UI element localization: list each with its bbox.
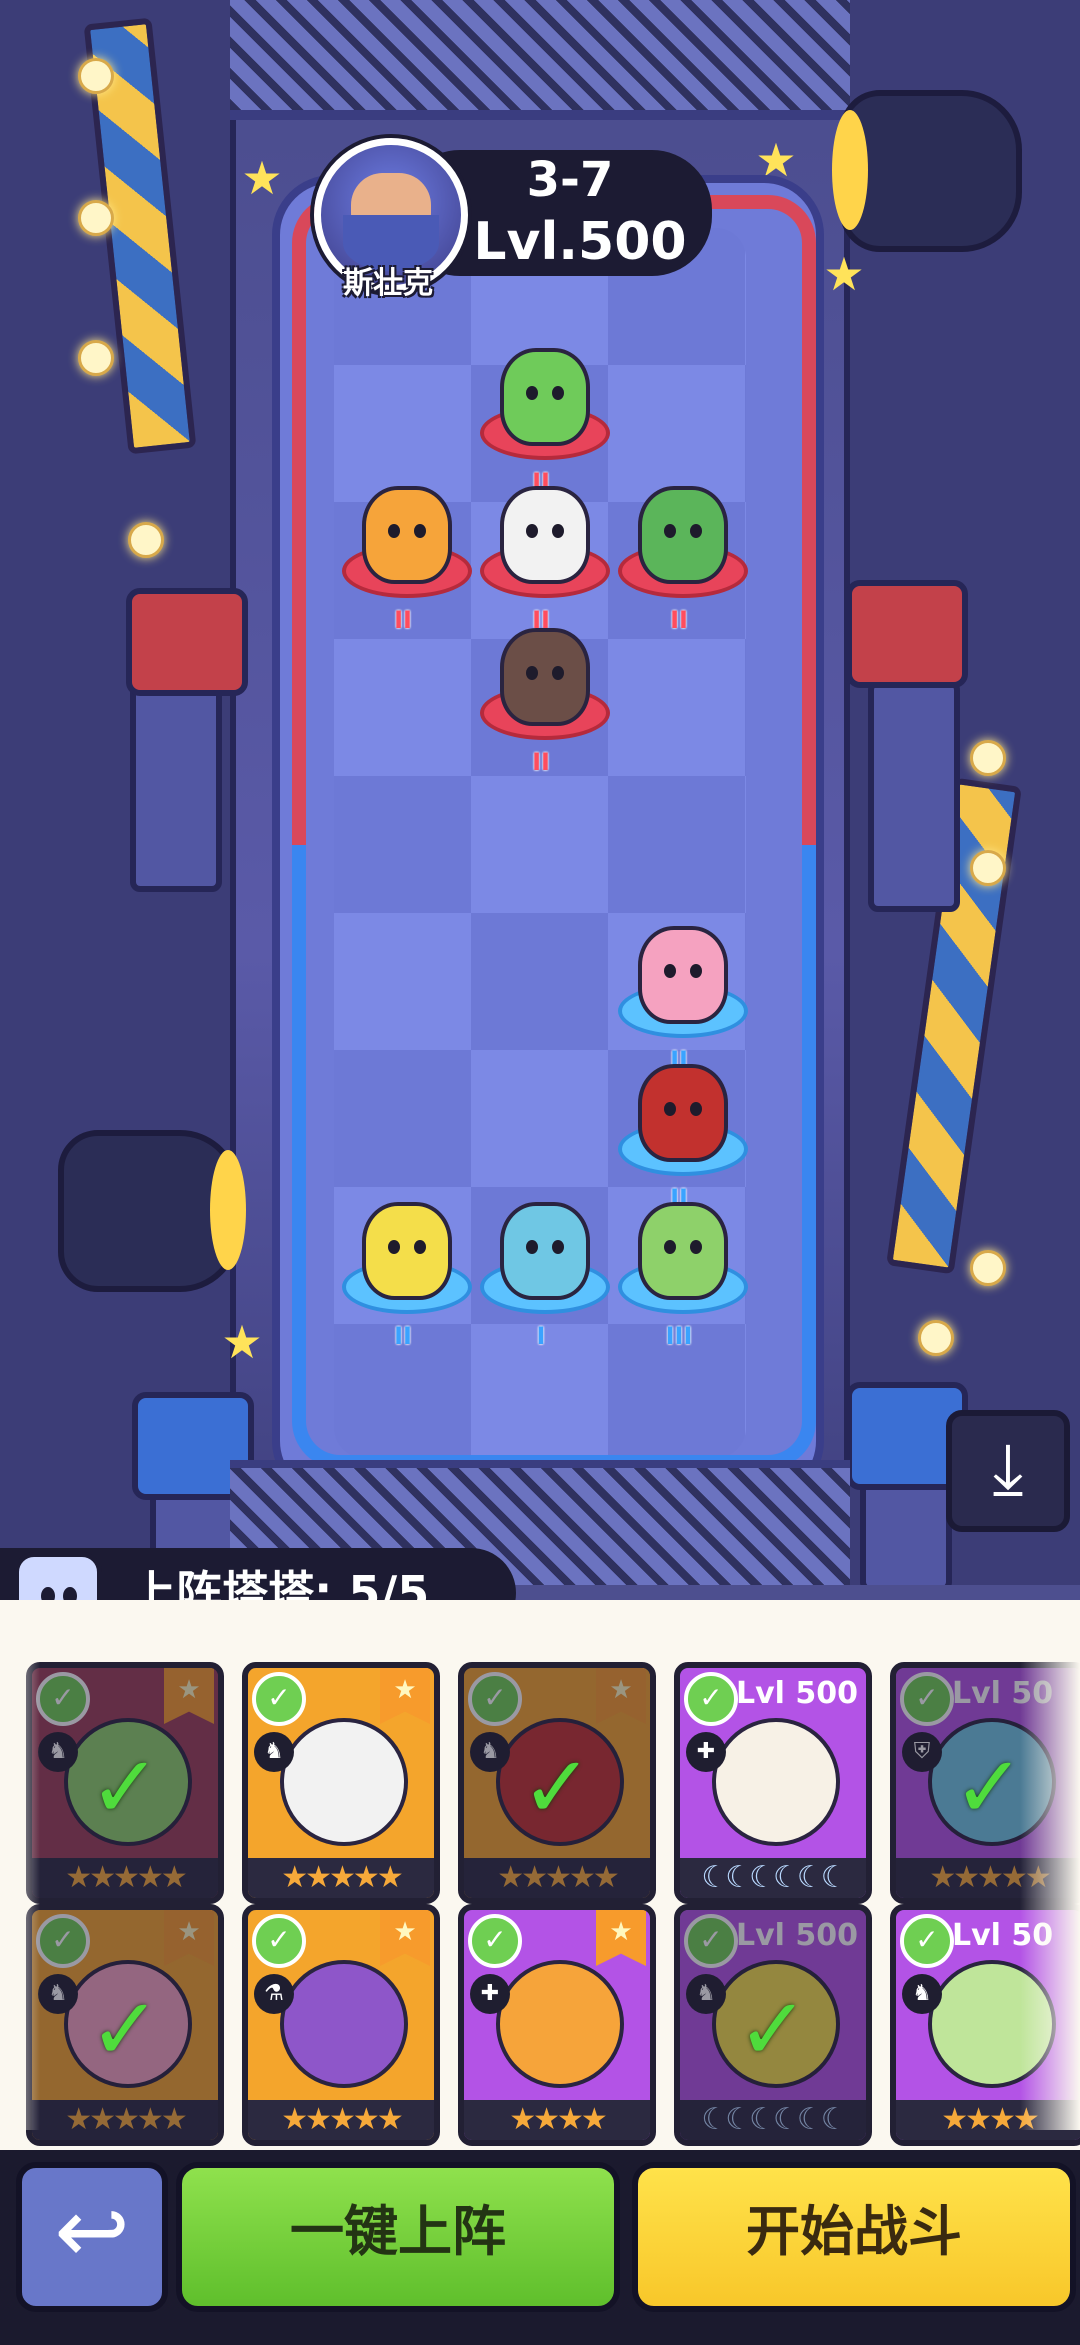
unit-rank: I bbox=[536, 1322, 546, 1350]
unit-rank: II bbox=[670, 606, 688, 634]
unit-card[interactable]: ✓ ★ ♞ ★★★★★ ✓ bbox=[458, 1662, 656, 1904]
battle-arena: ★ ★ ★ ★ 3-7 Lvl.500 斯壮克 II II II II II I… bbox=[0, 0, 1080, 1585]
ally-unit-red-seed[interactable]: II bbox=[614, 1056, 748, 1212]
left-pillar bbox=[130, 680, 222, 892]
selected-check-icon: ✓ bbox=[252, 1672, 306, 1726]
unit-rank: II bbox=[532, 748, 550, 776]
unit-card[interactable]: ✓ ★ ♞ ★★★★★ bbox=[242, 1662, 440, 1904]
star-decoration: ★ bbox=[241, 151, 283, 205]
ally-unit-pink-dragon[interactable]: II bbox=[614, 918, 748, 1074]
enemy-unit-panda[interactable]: II bbox=[476, 478, 610, 634]
scroll-fade-right bbox=[1020, 1650, 1080, 2130]
selected-check-icon: ✓ bbox=[684, 1672, 738, 1726]
unit-portrait bbox=[496, 1960, 624, 2088]
deployed-check-icon: ✓ bbox=[520, 1738, 594, 1838]
start-battle-button[interactable]: 开始战斗 bbox=[632, 2162, 1076, 2312]
selected-check-icon: ✓ bbox=[900, 1914, 954, 1968]
auto-deploy-button[interactable]: 一键上阵 bbox=[176, 2162, 620, 2312]
ally-unit-yellow-chick[interactable]: II bbox=[338, 1194, 472, 1350]
class-icon: ♞ bbox=[254, 1732, 294, 1772]
light-bulb bbox=[128, 522, 164, 558]
enemy-unit-sunflower[interactable]: II bbox=[338, 478, 472, 634]
ally-unit-water-frog[interactable]: I bbox=[476, 1194, 610, 1350]
red-star-block bbox=[126, 588, 248, 696]
enemy-name: 斯壮克 bbox=[343, 266, 433, 301]
deployed-check-icon: ✓ bbox=[88, 1980, 162, 2080]
unit-card[interactable]: ✓ ★ ⚗ ★★★★★ bbox=[242, 1904, 440, 2146]
unit-portrait bbox=[280, 1960, 408, 2088]
card-rating: ★★★★ bbox=[464, 2100, 650, 2140]
light-bulb bbox=[970, 850, 1006, 886]
card-rating: ★★★★★ bbox=[248, 1858, 434, 1898]
unit-portrait bbox=[712, 1718, 840, 1846]
selected-check-icon: ✓ bbox=[252, 1914, 306, 1968]
class-icon: ✚ bbox=[686, 1732, 726, 1772]
light-bulb bbox=[78, 200, 114, 236]
light-bulb bbox=[78, 340, 114, 376]
star-corner-icon: ★ bbox=[380, 1668, 430, 1724]
enemy-level: Lvl.500 bbox=[473, 212, 687, 272]
enemy-unit-cactus[interactable]: II bbox=[476, 340, 610, 496]
unit-card[interactable]: ✓ ★ ✚ ★★★★ bbox=[458, 1904, 656, 2146]
unit-portrait bbox=[280, 1718, 408, 1846]
right-pillar bbox=[868, 680, 960, 912]
deployed-check-icon: ✓ bbox=[736, 1980, 810, 2080]
unit-card[interactable]: ✓ ★ ♞ ★★★★★ ✓ bbox=[26, 1904, 224, 2146]
star-corner-icon: ★ bbox=[380, 1910, 430, 1966]
spotlight-lamp bbox=[58, 1130, 246, 1292]
class-icon: ✚ bbox=[470, 1974, 510, 2014]
export-icon[interactable]: ⤓ bbox=[946, 1410, 1070, 1532]
card-rating: ☾☾☾☾☾☾ bbox=[680, 1858, 866, 1898]
star-corner-icon: ★ bbox=[596, 1910, 646, 1966]
unit-rank: III bbox=[665, 1322, 693, 1350]
unit-rank: II bbox=[394, 1322, 412, 1350]
top-fence bbox=[230, 0, 850, 120]
selected-check-icon: ✓ bbox=[468, 1914, 522, 1968]
spotlight-lamp bbox=[832, 90, 1022, 252]
potion-icon: ⚗ bbox=[254, 1974, 294, 2014]
deployed-check-icon: ✓ bbox=[88, 1738, 162, 1838]
card-rating: ★★★★★ bbox=[248, 2100, 434, 2140]
enemy-unit-leaf-cat[interactable]: II bbox=[614, 478, 748, 634]
stage-number: 3-7 bbox=[526, 152, 614, 208]
light-bulb bbox=[78, 58, 114, 94]
unit-card[interactable]: ✓ Lvl 500 ✚ ☾☾☾☾☾☾ bbox=[674, 1662, 872, 1904]
light-bulb bbox=[918, 1320, 954, 1356]
unit-card[interactable]: ✓ ★ ♞ ★★★★★ ✓ bbox=[26, 1662, 224, 1904]
star-decoration: ★ bbox=[823, 247, 865, 301]
unit-rank: II bbox=[394, 606, 412, 634]
ally-unit-green-cat[interactable]: III bbox=[614, 1194, 748, 1350]
star-decoration: ★ bbox=[221, 1315, 263, 1369]
class-icon: ♞ bbox=[902, 1974, 942, 2014]
scroll-fade-left bbox=[0, 1650, 40, 2130]
back-button[interactable]: ↩ bbox=[16, 2162, 168, 2312]
unit-card[interactable]: ✓ Lvl 500 ♞ ☾☾☾☾☾☾ ✓ bbox=[674, 1904, 872, 2146]
enemy-unit-dinosaur[interactable]: II bbox=[476, 620, 610, 776]
light-bulb bbox=[970, 740, 1006, 776]
red-star-block bbox=[846, 580, 968, 688]
light-bulb bbox=[970, 1250, 1006, 1286]
card-level: Lvl 500 bbox=[736, 1676, 859, 1711]
